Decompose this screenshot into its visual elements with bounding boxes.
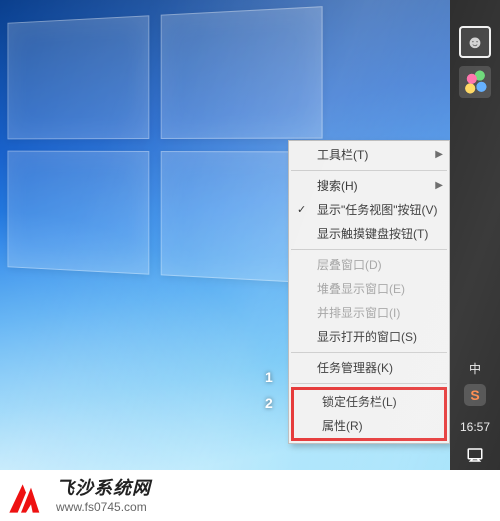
menu-label: 显示"任务视图"按钮(V) — [317, 203, 438, 217]
check-icon: ✓ — [297, 202, 306, 218]
menu-separator — [291, 249, 447, 250]
menu-label: 显示打开的窗口(S) — [317, 330, 417, 344]
sogou-ime-icon[interactable]: S — [464, 384, 486, 406]
menu-separator — [291, 352, 447, 353]
chevron-right-icon: ▶ — [435, 178, 443, 194]
menu-item-toolbar[interactable]: 工具栏(T) ▶ — [289, 143, 449, 167]
menu-item-show-open-windows[interactable]: 显示打开的窗口(S) — [289, 325, 449, 349]
menu-item-lock-taskbar[interactable]: 锁定任务栏(L) — [294, 390, 444, 414]
chevron-right-icon: ▶ — [435, 147, 443, 163]
tray-icons-group: ☻ — [450, 18, 500, 106]
menu-label: 锁定任务栏(L) — [322, 395, 397, 409]
watermark: 飞沙系统网 www.fs0745.com — [0, 471, 500, 521]
taskbar-clock[interactable]: 16:57 — [450, 414, 500, 440]
annotation-number-1: 1 — [265, 369, 273, 385]
menu-item-stack: 堆叠显示窗口(E) — [289, 277, 449, 301]
menu-item-task-manager[interactable]: 任务管理器(K) — [289, 356, 449, 380]
menu-item-show-taskview[interactable]: ✓ 显示"任务视图"按钮(V) — [289, 198, 449, 222]
desktop-wallpaper[interactable]: 1 2 工具栏(T) ▶ 搜索(H) ▶ ✓ 显示"任务视图"按钮(V) 显示触… — [0, 0, 500, 470]
watermark-logo-icon — [6, 476, 46, 516]
menu-label: 工具栏(T) — [317, 148, 368, 162]
menu-label: 显示触摸键盘按钮(T) — [317, 227, 428, 241]
menu-item-search[interactable]: 搜索(H) ▶ — [289, 174, 449, 198]
menu-item-properties[interactable]: 属性(R) — [294, 414, 444, 438]
taskbar[interactable]: ☻ 中 S 16:57 — [450, 0, 500, 470]
menu-item-sidebyside: 并排显示窗口(I) — [289, 301, 449, 325]
menu-label: 层叠窗口(D) — [317, 258, 382, 272]
tray-app-icon-2[interactable] — [459, 66, 491, 98]
menu-item-show-touch-keyboard[interactable]: 显示触摸键盘按钮(T) — [289, 222, 449, 246]
menu-label: 任务管理器(K) — [317, 361, 393, 375]
menu-label: 搜索(H) — [317, 179, 358, 193]
watermark-title: 飞沙系统网 — [56, 478, 151, 500]
tray-app-icon-1[interactable]: ☻ — [459, 26, 491, 58]
menu-label: 堆叠显示窗口(E) — [317, 282, 405, 296]
windows-logo — [7, 6, 322, 284]
tray-status-group: 中 S 16:57 — [450, 356, 500, 470]
menu-label: 并排显示窗口(I) — [317, 306, 400, 320]
action-center-icon[interactable] — [450, 440, 500, 470]
menu-item-cascade: 层叠窗口(D) — [289, 253, 449, 277]
menu-separator — [291, 383, 447, 384]
ime-indicator[interactable]: 中 — [450, 356, 500, 382]
taskbar-context-menu: 工具栏(T) ▶ 搜索(H) ▶ ✓ 显示"任务视图"按钮(V) 显示触摸键盘按… — [288, 140, 450, 444]
menu-label: 属性(R) — [322, 419, 363, 433]
annotation-number-2: 2 — [265, 395, 273, 411]
annotation-highlight-box: 锁定任务栏(L) 属性(R) — [291, 387, 447, 441]
menu-separator — [291, 170, 447, 171]
watermark-url: www.fs0745.com — [56, 500, 151, 514]
